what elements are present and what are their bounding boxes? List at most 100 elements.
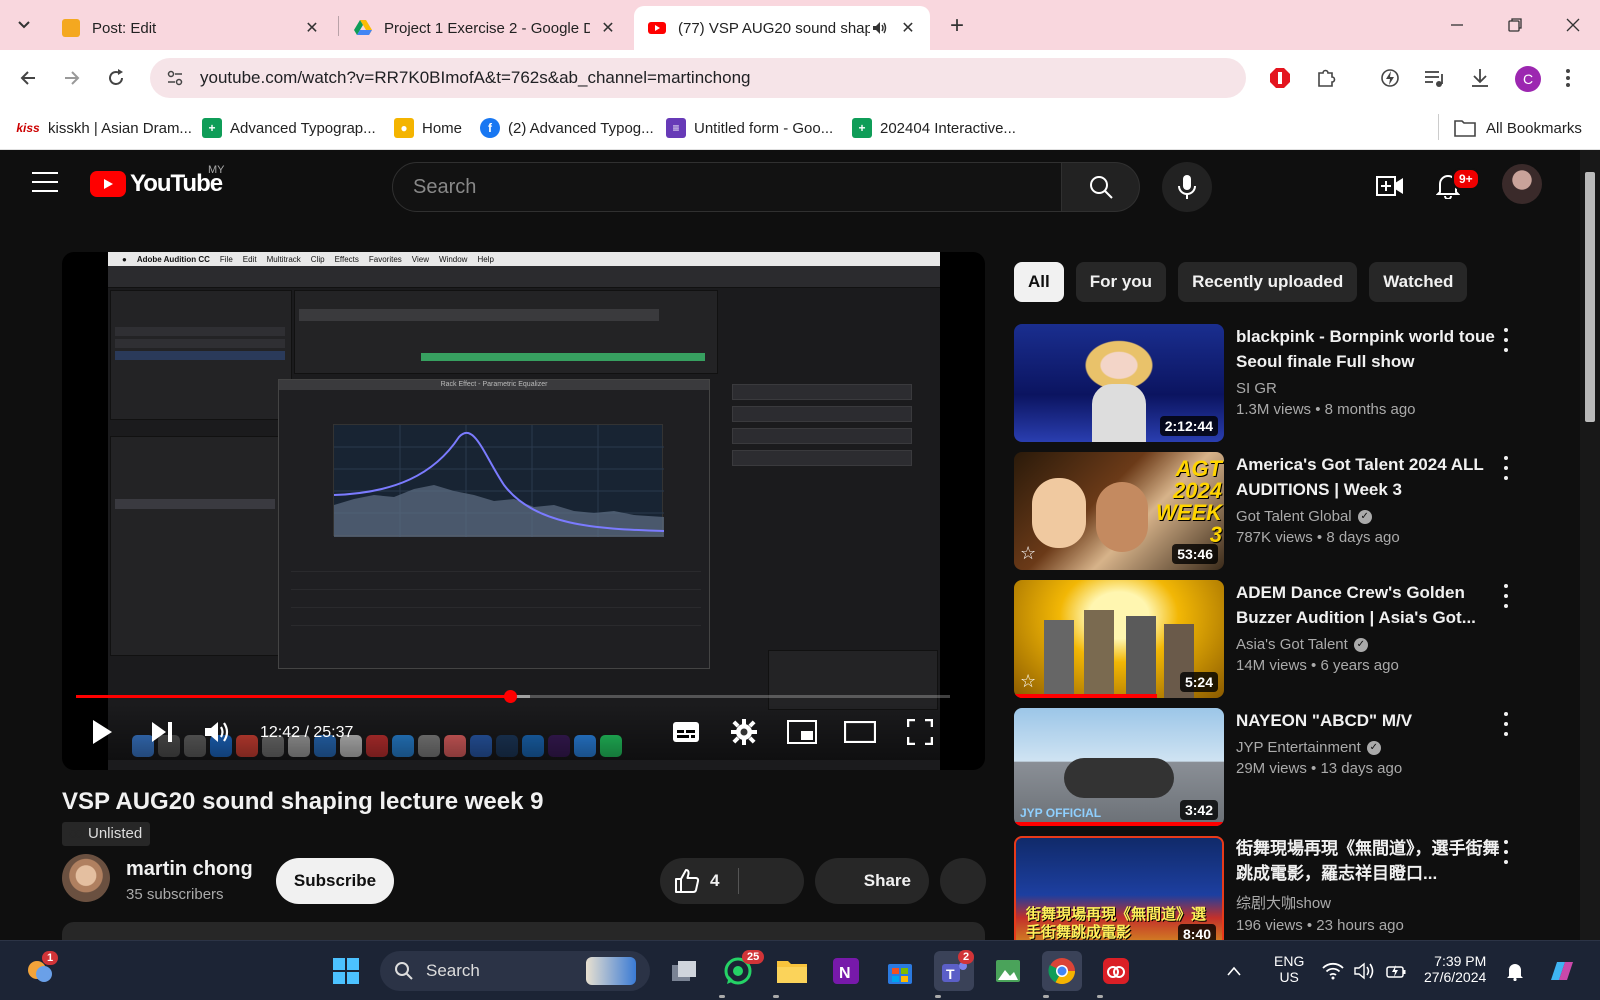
video-title[interactable]: America's Got Talent 2024 ALL AUDITIONS … [1236,452,1506,502]
notification-center-button[interactable] [1500,951,1530,991]
speaker-icon[interactable] [870,20,890,36]
menu-icon[interactable] [32,172,58,192]
chip-for-you[interactable]: For you [1075,262,1167,302]
bookmark-kisskh[interactable]: kiss kisskh | Asian Dram... [16,116,192,140]
taskbar-onenote[interactable]: N [826,951,866,991]
forward-button[interactable] [56,62,88,94]
video-thumbnail[interactable]: AGT 2024 WEEK 3 ☆ 53:46 [1014,452,1224,570]
performance-icon[interactable] [1376,64,1404,92]
tab-post-edit[interactable]: Post: Edit ✕ [48,6,334,50]
next-button[interactable] [144,714,180,750]
address-bar[interactable]: youtube.com/watch?v=RR7K0BImofA&t=762s&a… [150,58,1246,98]
taskbar-photo-editor[interactable] [988,951,1028,991]
channel-name[interactable]: JYP Entertainment ✓ [1236,739,1506,756]
channel-avatar[interactable] [62,854,110,902]
subscribe-button[interactable]: Subscribe [276,858,394,904]
settings-button[interactable] [726,714,762,750]
scrubber-handle[interactable] [503,690,517,703]
more-options-icon[interactable] [1496,584,1516,608]
list-item[interactable]: 2:12:44 blackpink - Bornpink world toue … [1014,324,1544,442]
youtube-logo[interactable]: YouTube MY [90,164,225,198]
battery-status[interactable] [1382,951,1412,991]
video-thumbnail[interactable]: 街舞現場再現《無間道》選手街舞跳成電影 8:40 [1014,836,1224,940]
bookmark-202404-interactive[interactable]: + 202404 Interactive... [852,116,1016,140]
tab-google-drive[interactable]: Project 1 Exercise 2 - Google Dr ✕ [340,6,630,50]
play-button[interactable] [84,714,120,750]
thumbs-up-icon[interactable] [674,868,700,894]
volume-status[interactable] [1350,951,1380,991]
reload-button[interactable] [100,62,132,94]
bookmark-home[interactable]: ● Home [394,116,462,140]
scrollbar-thumb[interactable] [1585,172,1595,422]
chip-all[interactable]: All [1014,262,1064,302]
list-item[interactable]: ☆ 5:24 ADEM Dance Crew's Golden Buzzer A… [1014,580,1544,698]
video-frame[interactable]: ● Adobe Audition CC File Edit Multitrack Clip… [108,252,940,770]
wifi-status[interactable] [1318,951,1348,991]
video-thumbnail[interactable]: ☆ 5:24 [1014,580,1224,698]
channel-name[interactable]: 综剧大咖show [1236,892,1506,913]
copilot-button[interactable] [1542,951,1582,991]
progress-bar[interactable] [76,690,950,703]
close-icon[interactable]: ✕ [898,18,918,38]
media-controls-icon[interactable] [1420,64,1448,92]
video-thumbnail[interactable]: JYP OFFICIAL 3:42 [1014,708,1224,826]
miniplayer-button[interactable] [784,714,820,750]
search-input[interactable] [392,162,1062,212]
more-actions-button[interactable] [940,858,986,904]
fullscreen-button[interactable] [902,714,938,750]
bookmark-facebook[interactable]: f (2) Advanced Typog... [480,116,654,140]
bookmark-untitled-form[interactable]: ≡ Untitled form - Goo... [666,116,833,140]
back-button[interactable] [12,62,44,94]
more-options-icon[interactable] [1496,456,1516,480]
extensions-puzzle-icon[interactable] [1312,64,1340,92]
bookmark-advanced-typography-sheet[interactable]: + Advanced Typograp... [202,116,376,140]
task-view-button[interactable] [664,951,704,991]
video-player[interactable]: ● Adobe Audition CC File Edit Multitrack Clip… [62,252,985,770]
more-options-icon[interactable] [1496,328,1516,352]
voice-search-button[interactable] [1162,162,1212,212]
create-button[interactable] [1374,170,1406,202]
more-options-icon[interactable] [1496,840,1516,864]
taskbar-microsoft-store[interactable] [880,951,920,991]
adblock-extension-icon[interactable] [1266,64,1294,92]
channel-name[interactable]: SI GR [1236,380,1506,397]
channel-name[interactable]: Asia's Got Talent ✓ [1236,636,1506,653]
all-bookmarks-button[interactable]: All Bookmarks [1454,116,1582,140]
theater-mode-button[interactable] [842,714,878,750]
chip-recently-uploaded[interactable]: Recently uploaded [1178,262,1358,302]
close-icon[interactable]: ✕ [302,18,322,38]
new-tab-button[interactable]: + [944,12,970,40]
restore-button[interactable] [1500,10,1530,40]
list-item[interactable]: AGT 2024 WEEK 3 ☆ 53:46 America's Got Ta… [1014,452,1544,570]
video-title[interactable]: 街舞現場再現《無間道》，選手街舞跳成電影，羅志祥目瞪口... [1236,836,1506,886]
more-options-icon[interactable] [1496,712,1516,736]
page-scrollbar[interactable] [1580,150,1600,940]
taskbar-search[interactable]: Search [380,951,650,991]
mute-button[interactable] [200,714,236,750]
browser-menu-icon[interactable] [1554,64,1582,92]
taskbar-chrome[interactable] [1042,951,1082,991]
channel-name[interactable]: martin chong [126,858,253,881]
taskbar-file-explorer[interactable] [772,951,812,991]
site-settings-icon[interactable] [164,67,186,89]
clock[interactable]: 7:39 PM 27/6/2024 [1424,953,1486,985]
show-hidden-icons-button[interactable] [1222,951,1246,991]
list-item[interactable]: JYP OFFICIAL 3:42 NAYEON "ABCD" M/V JYP … [1014,708,1544,826]
close-icon[interactable]: ✕ [598,18,618,38]
minimize-button[interactable] [1442,10,1472,40]
avatar[interactable] [1502,164,1542,204]
taskbar-creative-cloud[interactable] [1096,951,1136,991]
input-language[interactable]: ENG US [1274,953,1304,985]
video-title[interactable]: ADEM Dance Crew's Golden Buzzer Audition… [1236,580,1506,630]
dislike-button[interactable] [744,858,804,904]
description-box[interactable] [62,922,985,942]
close-window-button[interactable] [1558,10,1588,40]
start-button[interactable] [326,951,366,991]
subtitles-button[interactable] [668,714,704,750]
channel-name[interactable]: Got Talent Global ✓ [1236,508,1506,525]
video-thumbnail[interactable]: 2:12:44 [1014,324,1224,442]
download-icon[interactable] [1466,64,1494,92]
tab-search-button[interactable] [10,10,38,38]
tab-youtube-active[interactable]: (77) VSP AUG20 sound shap ✕ [634,6,930,50]
list-item[interactable]: 街舞現場再現《無間道》選手街舞跳成電影 8:40 街舞現場再現《無間道》，選手街… [1014,836,1544,940]
